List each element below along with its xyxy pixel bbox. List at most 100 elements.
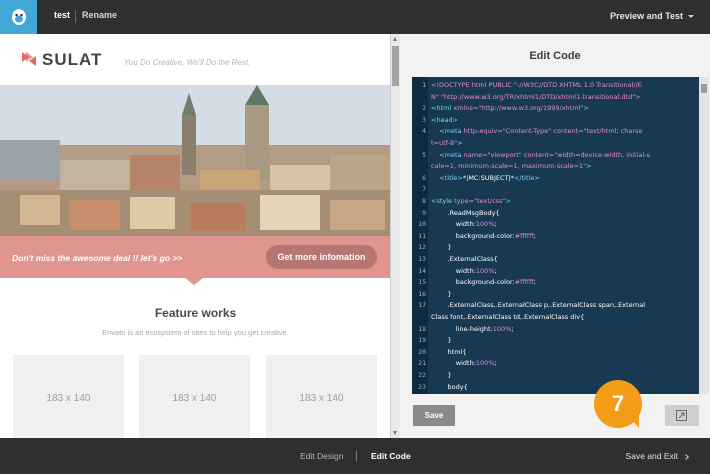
- code-text: t=utf-8">: [431, 139, 463, 147]
- code-text: html{: [431, 347, 467, 356]
- code-text: Class font,.ExternalClass td,.ExternalCl…: [431, 313, 585, 321]
- edit-code-tab[interactable]: Edit Code: [371, 451, 411, 461]
- line-number: 14: [418, 266, 426, 275]
- line-number: 16: [418, 289, 426, 298]
- line-number: 7: [422, 185, 426, 194]
- code-line[interactable]: cale=1, minimum-scale=1, maximum-scale=1…: [412, 161, 699, 172]
- line-number: 15: [418, 278, 426, 287]
- divider: [356, 450, 357, 462]
- scroll-up-icon[interactable]: [393, 37, 397, 41]
- code-line[interactable]: 7: [412, 184, 699, 195]
- code-line[interactable]: 20 html{: [412, 347, 699, 358]
- line-number: 1: [422, 81, 426, 89]
- scroll-thumb[interactable]: [701, 84, 707, 93]
- get-more-info-button[interactable]: Get more infomation: [266, 245, 377, 269]
- preview-scrollbar[interactable]: [391, 34, 400, 438]
- app-logo[interactable]: [0, 0, 37, 34]
- code-line[interactable]: 22 }: [412, 370, 699, 381]
- code-line[interactable]: 23 body{: [412, 382, 699, 393]
- code-line[interactable]: 3 <head>: [412, 115, 699, 126]
- code-scrollbar[interactable]: [699, 77, 709, 394]
- code-text: <head>: [431, 115, 459, 124]
- code-text: <meta name="viewport" content="width=dev…: [439, 150, 650, 159]
- line-number: 20: [418, 347, 426, 356]
- code-line[interactable]: 12 }: [412, 242, 699, 253]
- save-and-exit-label: Save and Exit: [625, 451, 678, 461]
- line-number: 8: [422, 197, 426, 205]
- promo-text: Don't miss the awesome deal !! let's go …: [12, 253, 183, 263]
- tagline: You Do Creative, We'll Do the Rest.: [124, 58, 251, 67]
- code-line[interactable]: 2 <html xmlns="http://www.w3.org/1999/xht…: [412, 103, 699, 114]
- code-line[interactable]: 8 <style type="text/css">: [412, 196, 699, 207]
- panel-title: Edit Code: [529, 50, 581, 62]
- expand-editor-button[interactable]: [665, 405, 699, 426]
- code-text: width:100%;: [431, 359, 497, 368]
- edit-design-tab[interactable]: Edit Design: [300, 451, 343, 461]
- line-number: 21: [418, 359, 426, 368]
- code-text: .ExternalClass{: [431, 255, 498, 263]
- code-line[interactable]: 16 }: [412, 289, 699, 300]
- line-number: 4: [422, 127, 426, 136]
- code-text: .ReadMsgBody{: [431, 208, 500, 217]
- divider: [75, 10, 76, 23]
- code-line[interactable]: 5 <meta name="viewport" content="width=d…: [412, 150, 699, 161]
- email-preview[interactable]: SULAT You Do Creative, We'll Do the Rest…: [0, 34, 391, 438]
- code-text: <meta http-equiv="Content-Type" content=…: [439, 127, 643, 136]
- code-line[interactable]: 21 width:100%;: [412, 358, 699, 369]
- code-line[interactable]: 17 .ExternalClass,.ExternalClass p,.Exte…: [412, 300, 699, 311]
- code-line[interactable]: 10 width:100%;: [412, 219, 699, 230]
- top-bar: test Rename Preview and Test: [0, 0, 710, 34]
- code-line[interactable]: 1 <!DOCTYPE html PUBLIC "-//W3C//DTD XHTM…: [412, 80, 699, 91]
- preview-and-test-menu[interactable]: Preview and Test: [610, 11, 694, 21]
- code-text: }: [431, 289, 452, 298]
- code-line[interactable]: 13 .ExternalClass{: [412, 254, 699, 265]
- code-line[interactable]: 14 width:100%;: [412, 266, 699, 277]
- rename-link[interactable]: Rename: [82, 10, 117, 20]
- code-text: <style type="text/css">: [431, 197, 511, 205]
- campaign-name: test: [54, 10, 71, 20]
- code-line[interactable]: 9 .ReadMsgBody{: [412, 208, 699, 219]
- code-line[interactable]: 19 }: [412, 335, 699, 346]
- line-number: 23: [418, 382, 426, 391]
- line-number: 9: [422, 208, 426, 217]
- code-line[interactable]: 6 <title>*|MC:SUBJECT|*</title>: [412, 173, 699, 184]
- line-number: 2: [422, 104, 426, 113]
- code-editor[interactable]: 1 <!DOCTYPE html PUBLIC "-//W3C//DTD XHTM…: [412, 77, 709, 394]
- line-number: 5: [422, 150, 426, 159]
- code-line[interactable]: 11 background-color:#ffffff;: [412, 231, 699, 242]
- code-line[interactable]: 4 <meta http-equiv="Content-Type" conten…: [412, 126, 699, 137]
- bottom-bar: Edit Design Edit Code Save and Exit: [0, 438, 710, 474]
- code-text: line-height:100%;: [431, 324, 514, 333]
- code-text: width:100%;: [431, 220, 497, 229]
- code-text: }: [431, 371, 452, 379]
- code-text: }: [431, 336, 452, 345]
- code-text: width:100%;: [431, 266, 497, 275]
- code-text: .ExternalClass,.ExternalClass p,.Externa…: [431, 301, 646, 310]
- line-number: 11: [418, 231, 426, 240]
- promo-pointer: [185, 278, 203, 285]
- image-placeholder: 183 x 140: [13, 355, 124, 438]
- chevron-right-icon: [683, 453, 689, 460]
- brand-name: SULAT: [42, 50, 103, 69]
- scroll-down-icon[interactable]: [393, 431, 397, 435]
- edit-code-panel: Edit Code 1 <!DOCTYPE html PUBLIC "-//W3C…: [400, 34, 710, 438]
- save-button[interactable]: Save: [413, 405, 455, 426]
- line-number: 6: [422, 173, 426, 182]
- line-number: 17: [418, 301, 426, 310]
- code-text: <!DOCTYPE html PUBLIC "-//W3C//DTD XHTML…: [431, 81, 642, 89]
- scroll-thumb[interactable]: [392, 46, 399, 86]
- code-text: }: [431, 243, 452, 252]
- code-line[interactable]: Class font,.ExternalClass td,.ExternalCl…: [412, 312, 699, 323]
- save-and-exit-button[interactable]: Save and Exit: [625, 451, 689, 461]
- code-line[interactable]: 18 line-height:100%;: [412, 324, 699, 335]
- code-line[interactable]: 15 background-color:#ffffff;: [412, 277, 699, 288]
- code-line[interactable]: N" "http://www.w3.org/TR/xhtml1/DTD/xhtm…: [412, 92, 699, 103]
- expand-icon: [676, 410, 687, 421]
- line-number: 22: [418, 371, 426, 379]
- email-header: SULAT You Do Creative, We'll Do the Rest…: [0, 34, 390, 85]
- code-text: <html xmlns="http://www.w3.org/1999/xhtm…: [431, 104, 589, 113]
- code-text: cale=1, minimum-scale=1, maximum-scale=1…: [431, 162, 592, 171]
- line-number: 12: [418, 243, 426, 252]
- code-line[interactable]: t=utf-8">: [412, 138, 699, 149]
- preview-label: Preview and Test: [610, 11, 683, 21]
